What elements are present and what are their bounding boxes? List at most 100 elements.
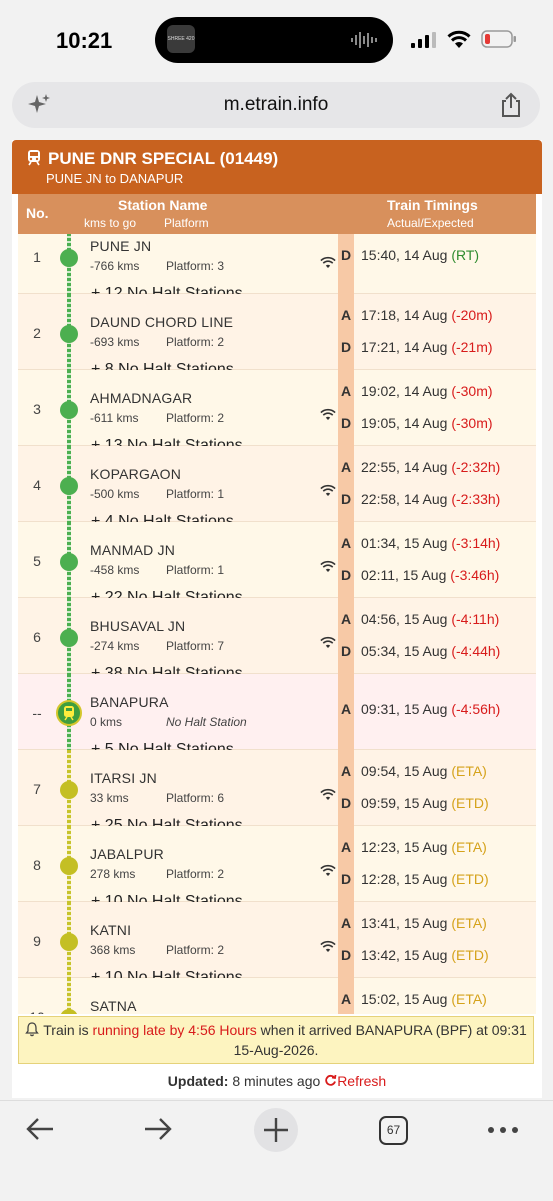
station-row[interactable]: 5 MANMAD JN -458 kms Platform: 1 A 01:34, 15 … <box>18 522 536 598</box>
timing-time: 22:58, 14 Aug <box>361 491 448 507</box>
timing-value: 15:02, 15 Aug (ETA) <box>361 991 487 1007</box>
timing-time: 22:55, 14 Aug <box>361 459 448 475</box>
late-alert: Train is running late by 4:56 Hours when… <box>18 1016 534 1064</box>
station-row[interactable]: 7 ITARSI JN 33 kms Platform: 6 A 09:54, 15 Au… <box>18 750 536 826</box>
forward-arrow-icon[interactable] <box>142 1115 174 1143</box>
station-dot <box>60 857 78 875</box>
battery-icon <box>481 30 516 48</box>
platform: Platform: 1 <box>166 563 225 577</box>
col-kms-to-go: kms to go <box>84 216 137 230</box>
kms-to-go: 368 kms <box>90 943 136 957</box>
timing-type: A <box>341 535 352 551</box>
platform: No Halt Station <box>166 715 247 729</box>
timing-delay: (ETA) <box>451 991 487 1007</box>
station-name[interactable]: BANAPURA <box>90 694 169 710</box>
share-icon[interactable] <box>500 92 522 118</box>
station-number: 9 <box>33 933 41 949</box>
timing-time: 15:40, 14 Aug <box>361 247 448 263</box>
wifi-icon <box>320 256 336 274</box>
column-header: No. Station Name kms to go Platform Trai… <box>18 194 536 234</box>
station-dot <box>60 477 78 495</box>
station-row[interactable]: 2 DAUND CHORD LINE -693 kms Platform: 2 A 17:… <box>18 294 536 370</box>
url-text[interactable]: m.etrain.info <box>12 94 540 116</box>
timing-type: A <box>341 383 352 399</box>
station-name[interactable]: JABALPUR <box>90 846 164 862</box>
station-name[interactable]: KATNI <box>90 922 131 938</box>
now-playing-artwork: SHREE 420 <box>167 25 195 53</box>
timing-value: 05:34, 15 Aug (-4:44h) <box>361 643 500 659</box>
timing-value: 22:55, 14 Aug (-2:32h) <box>361 459 500 475</box>
timing-time: 01:34, 15 Aug <box>361 535 448 551</box>
station-list[interactable]: 1 PUNE JN -766 kms Platform: 3 D 15:40, 14 Au… <box>18 234 536 1014</box>
platform: Platform: 2 <box>166 335 225 349</box>
station-name[interactable]: SATNA <box>90 998 137 1014</box>
timing-value: 04:56, 15 Aug (-4:11h) <box>361 611 499 627</box>
timing-band <box>338 370 354 446</box>
timing-delay: (ETA) <box>451 915 487 931</box>
new-tab-button[interactable] <box>254 1108 298 1152</box>
station-row[interactable]: 8 JABALPUR 278 kms Platform: 2 A 12:23, 15 Au… <box>18 826 536 902</box>
timing-time: 09:59, 15 Aug <box>361 795 448 811</box>
timing-delay: (-30m) <box>451 415 493 431</box>
timing-time: 13:41, 15 Aug <box>361 915 448 931</box>
station-number: 4 <box>33 477 41 493</box>
timing-delay: (-2:33h) <box>451 491 501 507</box>
kms-to-go: -458 kms <box>90 563 140 577</box>
kms-to-go: 33 kms <box>90 791 129 805</box>
refresh-icon <box>325 1074 337 1086</box>
timing-type: D <box>341 795 352 811</box>
timing-value: 17:18, 14 Aug (-20m) <box>361 307 493 323</box>
station-name[interactable]: AHMADNAGAR <box>90 390 192 406</box>
station-row[interactable]: 10SATNA467 kmsPlatform: 2A15:02, 15 Aug … <box>18 978 536 1014</box>
timing-value: 13:41, 15 Aug (ETA) <box>361 915 487 931</box>
station-number: -- <box>32 705 42 721</box>
timing-delay: (ETD) <box>451 947 489 963</box>
refresh-button[interactable]: Refresh <box>324 1073 386 1089</box>
timing-value: 19:05, 14 Aug (-30m) <box>361 415 493 431</box>
dynamic-island[interactable]: SHREE 420 <box>155 17 393 63</box>
timing-type: A <box>341 839 352 855</box>
refresh-label[interactable]: Refresh <box>337 1073 386 1089</box>
kms-to-go: -274 kms <box>90 639 140 653</box>
wifi-icon <box>320 484 336 502</box>
back-arrow-icon[interactable] <box>24 1115 56 1143</box>
timing-delay: (ETD) <box>451 795 489 811</box>
platform: Platform: 6 <box>166 791 225 805</box>
timing-band <box>338 522 354 598</box>
station-name[interactable]: ITARSI JN <box>90 770 157 786</box>
timing-time: 12:28, 15 Aug <box>361 871 448 887</box>
col-station-name: Station Name <box>118 197 208 213</box>
address-bar[interactable]: m.etrain.info <box>12 82 540 128</box>
station-name[interactable]: BHUSAVAL JN <box>90 618 185 634</box>
timing-type: D <box>341 567 352 583</box>
station-row[interactable]: 6 BHUSAVAL JN -274 kms Platform: 7 A 04:56, 1… <box>18 598 536 674</box>
station-name[interactable]: MANMAD JN <box>90 542 175 558</box>
timing-value: 19:02, 14 Aug (-30m) <box>361 383 493 399</box>
station-name[interactable]: KOPARGAON <box>90 466 181 482</box>
timing-time: 04:56, 15 Aug <box>361 611 448 627</box>
station-name[interactable]: DAUND CHORD LINE <box>90 314 233 330</box>
station-row[interactable]: -- BANAPURA 0 kms No Halt Station A 09:31, 15… <box>18 674 536 750</box>
station-row[interactable]: 9 KATNI 368 kms Platform: 2 A 13:41, 15 Aug (… <box>18 902 536 978</box>
kms-to-go: -766 kms <box>90 259 140 273</box>
station-row[interactable]: 3 AHMADNAGAR -611 kms Platform: 2 A 19:02, 14… <box>18 370 536 446</box>
bell-icon <box>25 1022 40 1037</box>
more-dots-icon[interactable] <box>487 1125 519 1135</box>
alert-delay: running late by 4:56 Hours <box>92 1022 257 1038</box>
wifi-icon <box>320 408 336 426</box>
station-number: 6 <box>33 629 41 645</box>
platform: Platform: 2 <box>166 943 225 957</box>
kms-to-go: 0 kms <box>90 715 123 729</box>
timing-value: 09:31, 15 Aug (-4:56h) <box>361 701 500 717</box>
browser-toolbar: 67 <box>0 1100 553 1201</box>
kms-to-go: -693 kms <box>90 335 140 349</box>
timing-type: D <box>341 947 352 963</box>
timing-delay: (-2:32h) <box>451 459 501 475</box>
station-name[interactable]: PUNE JN <box>90 238 151 254</box>
tabs-button[interactable]: 67 <box>379 1116 408 1145</box>
wifi-icon <box>320 864 336 882</box>
clock: 10:21 <box>56 28 113 53</box>
timing-delay: (-3:46h) <box>450 567 500 583</box>
updated-value: 8 minutes ago <box>232 1073 321 1089</box>
station-row[interactable]: 4 KOPARGAON -500 kms Platform: 1 A 22:55, 14 … <box>18 446 536 522</box>
